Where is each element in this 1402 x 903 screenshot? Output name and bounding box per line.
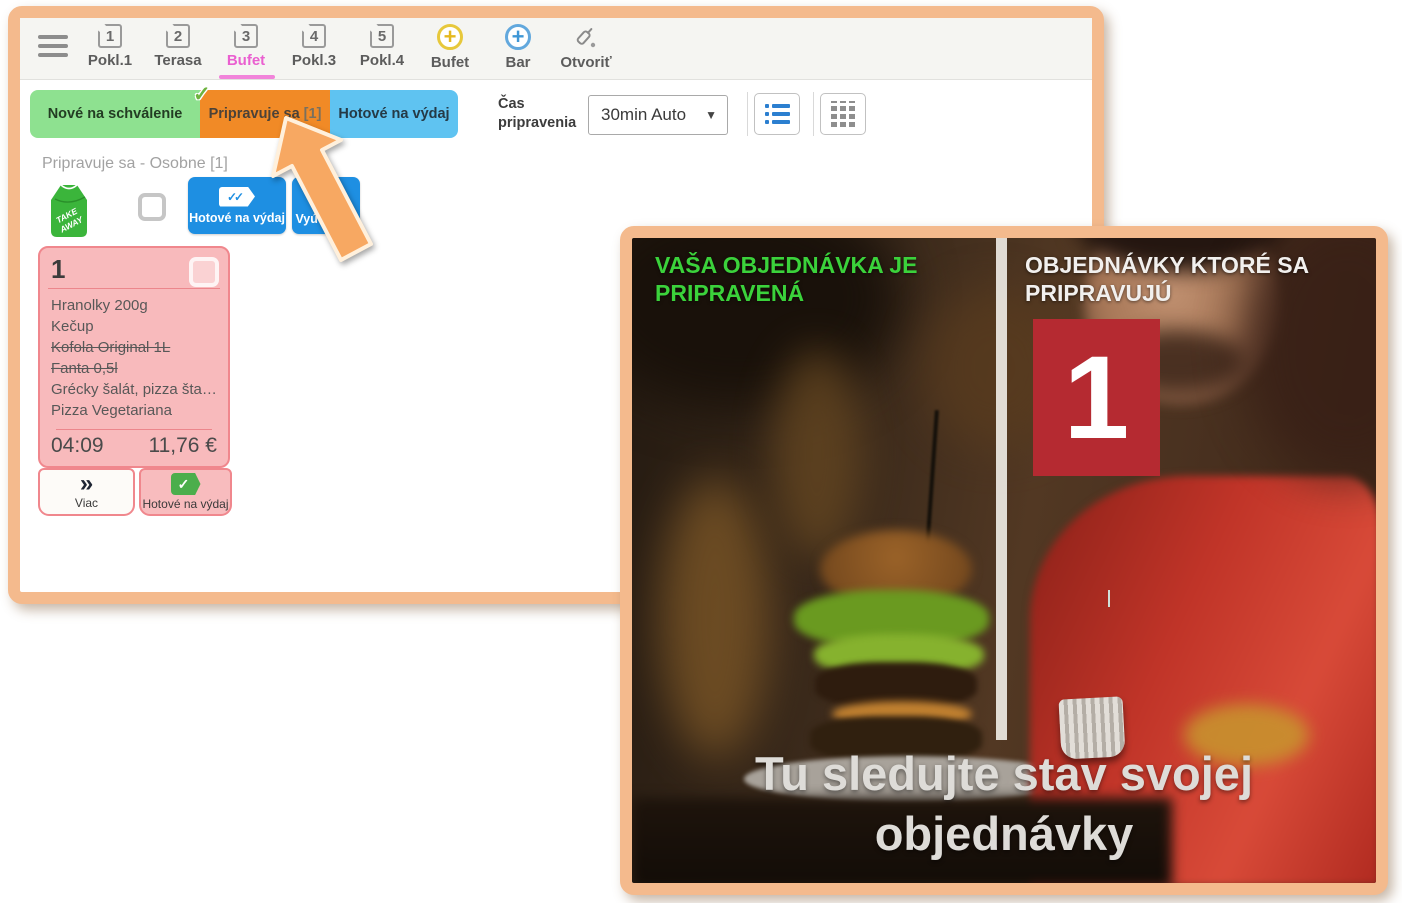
ready-for-pickup-button[interactable]: ✓✓ Hotové na výdaj: [188, 177, 286, 234]
order-item: Hranolky 200g: [51, 295, 217, 316]
section-label: Pripravuje sa - Osobne [1]: [42, 155, 228, 173]
tab-bufet-new[interactable]: + Bufet: [416, 24, 484, 71]
double-check-tag-icon: ✓✓: [219, 187, 255, 207]
order-item: Grécky šalát, pizza šta…: [51, 379, 217, 400]
tab-pokl1[interactable]: 1 Pokl.1: [76, 24, 144, 71]
chevron-down-icon: ▼: [705, 108, 717, 122]
order-item: Kečup: [51, 316, 217, 337]
selected-check-icon: ✓: [193, 82, 211, 107]
display-tagline: Tu sledujte stav svojej objednávky: [632, 744, 1376, 864]
card-ready-button[interactable]: ✓ Hotové na výdaj: [139, 468, 232, 516]
chevrons-right-icon: »: [80, 474, 93, 494]
tab-number-icon: 2: [166, 24, 190, 48]
order-item-struck: Kofola Original 1L: [51, 337, 217, 358]
tab-pokl4[interactable]: 5 Pokl.4: [348, 24, 416, 71]
grid-icon: [831, 101, 855, 127]
photo-glow: [772, 348, 862, 558]
plus-icon: +: [505, 24, 531, 50]
preparing-column-header: OBJEDNÁVKY KTORÉ SA PRIPRAVUJÚ: [1025, 252, 1325, 307]
pos-top-bar: 1 Pokl.1 2 Terasa 3 Bufet 4 Pokl.3 5 Pok…: [20, 18, 1092, 80]
divider: [48, 288, 220, 289]
order-time: 04:09: [51, 434, 104, 458]
tab-terasa[interactable]: 2 Terasa: [144, 24, 212, 71]
active-tab-underline: [219, 75, 275, 79]
prep-time-value: 30min Auto: [601, 105, 705, 125]
prep-time-label: Čas pripravenia: [498, 95, 586, 133]
green-check-tag-icon: ✓: [171, 473, 201, 495]
tab-bar-new[interactable]: + Bar: [484, 24, 552, 71]
list-icon: [765, 100, 790, 128]
euro-refresh-icon: €: [314, 185, 338, 209]
filter-preparing-button[interactable]: Pripravuje sa [1]: [200, 90, 330, 138]
filter-ready-button[interactable]: Hotové na výdaj: [330, 90, 458, 138]
takeaway-bag-icon: TAKE AWAY: [42, 178, 94, 240]
preparing-count: [1]: [304, 106, 322, 122]
toolbar-separator: [813, 92, 814, 136]
plus-icon: +: [437, 24, 463, 50]
tab-otvorit[interactable]: Otvoriť: [552, 24, 620, 71]
order-items: Hranolky 200g Kečup Kofola Original 1L F…: [51, 295, 217, 421]
order-item-struck: Fanta 0,5l: [51, 358, 217, 379]
list-view-button[interactable]: [754, 93, 800, 135]
select-all-checkbox[interactable]: [138, 193, 166, 221]
tab-number-icon: 3: [234, 24, 258, 48]
order-card[interactable]: 1 Hranolky 200g Kečup Kofola Original 1L…: [38, 246, 230, 468]
order-price: 11,76 €: [148, 434, 217, 458]
register-tabs: 1 Pokl.1 2 Terasa 3 Bufet 4 Pokl.3 5 Pok…: [76, 24, 620, 71]
tab-bufet[interactable]: 3 Bufet: [212, 24, 280, 71]
order-item: Pizza Vegetariana: [51, 400, 217, 421]
bottle-icon: [573, 24, 599, 50]
tab-number-icon: 4: [302, 24, 326, 48]
tab-number-icon: 5: [370, 24, 394, 48]
photo-glow: [660, 478, 770, 758]
ready-column-header: VAŠA OBJEDNÁVKA JE PRIPRAVENÁ: [655, 252, 965, 307]
prep-time-select[interactable]: 30min Auto ▼: [588, 95, 728, 135]
column-divider: [996, 238, 1007, 740]
menu-icon[interactable]: [38, 35, 68, 61]
customer-display-window: VAŠA OBJEDNÁVKA JE PRIPRAVENÁ OBJEDNÁVKY…: [620, 226, 1388, 895]
tab-number-icon: 1: [98, 24, 122, 48]
grid-view-button[interactable]: [820, 93, 866, 135]
text-caret: [1108, 590, 1110, 607]
tab-pokl3[interactable]: 4 Pokl.3: [280, 24, 348, 71]
preparing-order-number-tile: 1: [1033, 319, 1160, 476]
photo-skewer: [925, 410, 939, 550]
filter-new-button[interactable]: Nové na schválenie: [30, 90, 200, 138]
more-button[interactable]: » Viac: [38, 468, 135, 516]
checkout-button[interactable]: € Vyúčtovať: [292, 177, 360, 234]
order-checkbox[interactable]: [189, 257, 219, 287]
toolbar-separator: [747, 92, 748, 136]
